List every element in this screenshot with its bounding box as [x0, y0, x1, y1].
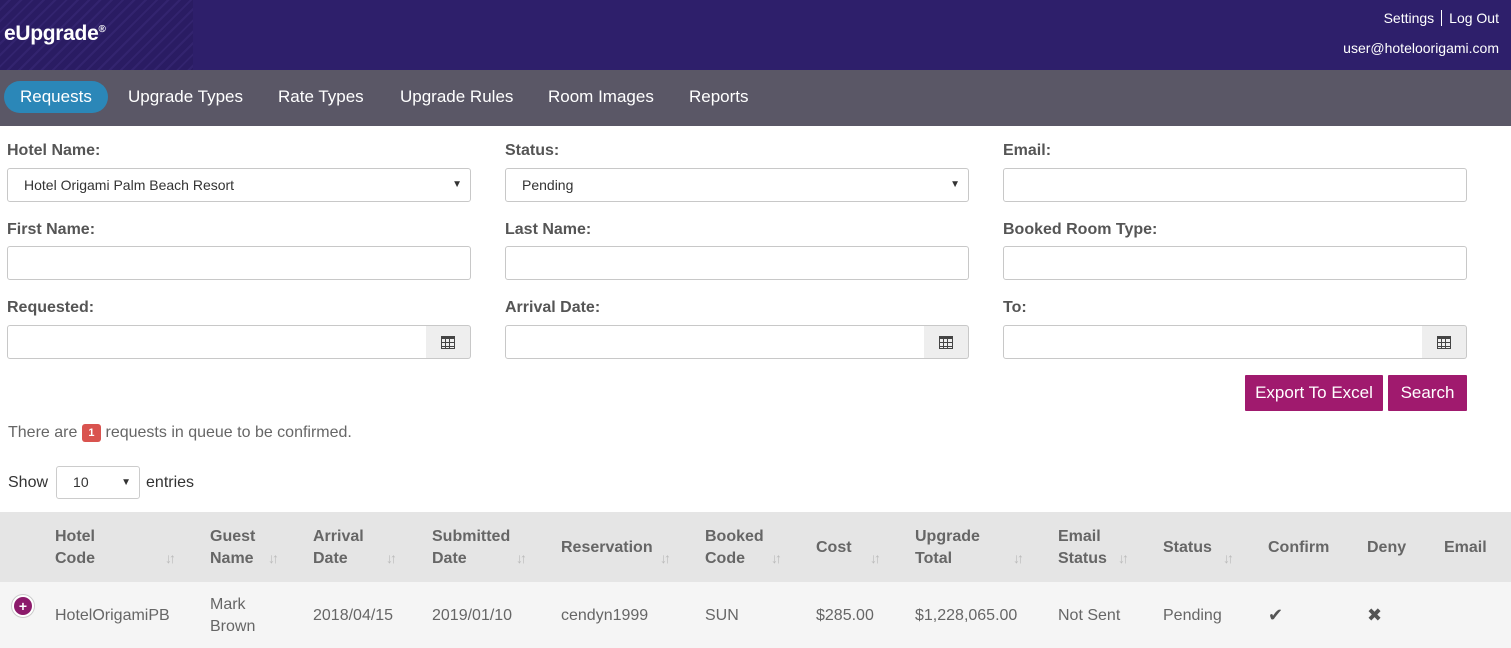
sort-icon[interactable]: ↓↑ — [1118, 550, 1129, 566]
col-confirm: Confirm — [1268, 539, 1330, 556]
tab-upgrade-types[interactable]: Upgrade Types — [112, 81, 259, 113]
calendar-icon — [1437, 335, 1451, 349]
col-deny: Deny — [1367, 539, 1407, 556]
col-cost[interactable]: Cost — [816, 537, 852, 559]
col-email: Email — [1444, 539, 1487, 556]
status-label: Status: — [505, 142, 560, 159]
table-row: + HotelOrigamiPB Mark Brown 2018/04/15 2… — [0, 582, 1511, 648]
x-icon[interactable]: ✖ — [1367, 604, 1382, 626]
booked-room-type-input[interactable] — [1003, 246, 1467, 280]
booked-room-type-label: Booked Room Type: — [1003, 221, 1158, 238]
entries-label: entries — [146, 473, 195, 491]
to-label: To: — [1003, 299, 1027, 316]
header-link-divider — [1441, 10, 1443, 26]
cell-guest-name: Mark Brown — [210, 596, 256, 635]
cell-booked-code: SUN — [705, 607, 739, 624]
requested-calendar-button[interactable] — [426, 325, 471, 359]
requested-label: Requested: — [7, 299, 95, 316]
status-select[interactable]: Pending ▼ — [505, 168, 969, 202]
col-status[interactable]: Status — [1163, 537, 1212, 559]
brand-block: eUpgrade® — [0, 0, 193, 70]
email-label: Email: — [1003, 142, 1052, 159]
top-header: eUpgrade® Settings Log Out user@hoteloor… — [0, 0, 1511, 70]
tab-upgrade-rules[interactable]: Upgrade Rules — [384, 81, 529, 113]
tab-room-images[interactable]: Room Images — [532, 81, 670, 113]
sort-icon[interactable]: ↓↑ — [660, 550, 671, 566]
tab-rate-types[interactable]: Rate Types — [262, 81, 380, 113]
expand-row-button[interactable]: + — [11, 594, 35, 618]
arrival-date-label: Arrival Date: — [505, 299, 601, 316]
col-reservation[interactable]: Reservation — [561, 537, 653, 559]
col-email-status[interactable]: Email Status — [1058, 526, 1107, 570]
col-submitted-date[interactable]: Submitted Date — [432, 526, 510, 570]
hotel-name-label: Hotel Name: — [7, 142, 101, 159]
cell-upgrade-total: $1,228,065.00 — [915, 607, 1018, 624]
entries-value: 10 — [73, 474, 89, 490]
entries-control: Show 10 ▼ entries — [8, 466, 194, 499]
col-booked-code[interactable]: Booked Code — [705, 526, 764, 570]
chevron-down-icon: ▼ — [452, 179, 462, 190]
entries-select[interactable]: 10 ▼ — [56, 466, 141, 499]
to-calendar-button[interactable] — [1422, 325, 1467, 359]
user-email: user@hoteloorigami.com — [1343, 40, 1499, 56]
queue-count-badge: 1 — [82, 424, 101, 442]
calendar-icon — [441, 335, 455, 349]
main-nav: Requests Upgrade Types Rate Types Upgrad… — [0, 70, 1511, 126]
plus-icon: + — [14, 597, 32, 615]
last-name-input[interactable] — [505, 246, 969, 280]
queue-suffix: requests in queue to be confirmed. — [105, 424, 352, 441]
sort-icon[interactable]: ↓↑ — [516, 550, 527, 566]
sort-icon[interactable]: ↓↑ — [870, 550, 881, 566]
col-upgrade-total[interactable]: Upgrade Total — [915, 526, 980, 570]
sort-icon[interactable]: ↓↑ — [165, 550, 176, 566]
cell-email-status: Not Sent — [1058, 607, 1121, 624]
arrival-date-input[interactable] — [505, 325, 925, 359]
sort-icon[interactable]: ↓↑ — [386, 550, 397, 566]
cell-cost: $285.00 — [816, 607, 874, 624]
show-label: Show — [8, 473, 49, 491]
email-input[interactable] — [1003, 168, 1467, 202]
header-links: Settings Log Out — [1384, 10, 1499, 26]
tab-requests[interactable]: Requests — [4, 81, 108, 113]
to-date-input[interactable] — [1003, 325, 1423, 359]
col-arrival-date[interactable]: Arrival Date — [313, 526, 364, 570]
col-hotel-code[interactable]: Hotel Code — [55, 526, 95, 570]
chevron-down-icon: ▼ — [121, 477, 132, 488]
logout-link[interactable]: Log Out — [1449, 10, 1499, 26]
first-name-input[interactable] — [7, 246, 471, 280]
brand-logo[interactable]: eUpgrade® — [4, 22, 106, 46]
export-to-excel-button[interactable]: Export To Excel — [1245, 375, 1383, 411]
tab-reports[interactable]: Reports — [673, 81, 765, 113]
cell-arrival-date: 2018/04/15 — [313, 607, 394, 624]
check-icon[interactable]: ✔ — [1268, 604, 1283, 626]
queue-message: There are 1 requests in queue to be conf… — [8, 424, 352, 442]
cell-submitted-date: 2019/01/10 — [432, 607, 513, 624]
last-name-label: Last Name: — [505, 221, 592, 238]
first-name-label: First Name: — [7, 221, 96, 238]
settings-link[interactable]: Settings — [1384, 10, 1435, 26]
requested-date-input[interactable] — [7, 325, 427, 359]
sort-icon[interactable]: ↓↑ — [1013, 550, 1024, 566]
calendar-icon — [939, 335, 953, 349]
arrival-calendar-button[interactable] — [924, 325, 969, 359]
sort-icon[interactable]: ↓↑ — [771, 550, 782, 566]
search-button[interactable]: Search — [1388, 375, 1467, 411]
queue-prefix: There are — [8, 424, 78, 441]
cell-hotel-code: HotelOrigamiPB — [55, 607, 170, 624]
status-value: Pending — [522, 177, 574, 193]
col-guest-name[interactable]: Guest Name — [210, 526, 255, 570]
sort-icon[interactable]: ↓↑ — [1223, 550, 1234, 566]
hotel-name-select[interactable]: Hotel Origami Palm Beach Resort ▼ — [7, 168, 471, 202]
cell-status: Pending — [1163, 607, 1222, 624]
hotel-name-value: Hotel Origami Palm Beach Resort — [24, 177, 235, 193]
cell-reservation: cendyn1999 — [561, 607, 649, 624]
table-header: Hotel Code ↓↑ Guest Name ↓↑ Arrival Date ↓↑… — [0, 512, 1511, 582]
sort-icon[interactable]: ↓↑ — [268, 550, 279, 566]
chevron-down-icon: ▼ — [950, 179, 960, 190]
